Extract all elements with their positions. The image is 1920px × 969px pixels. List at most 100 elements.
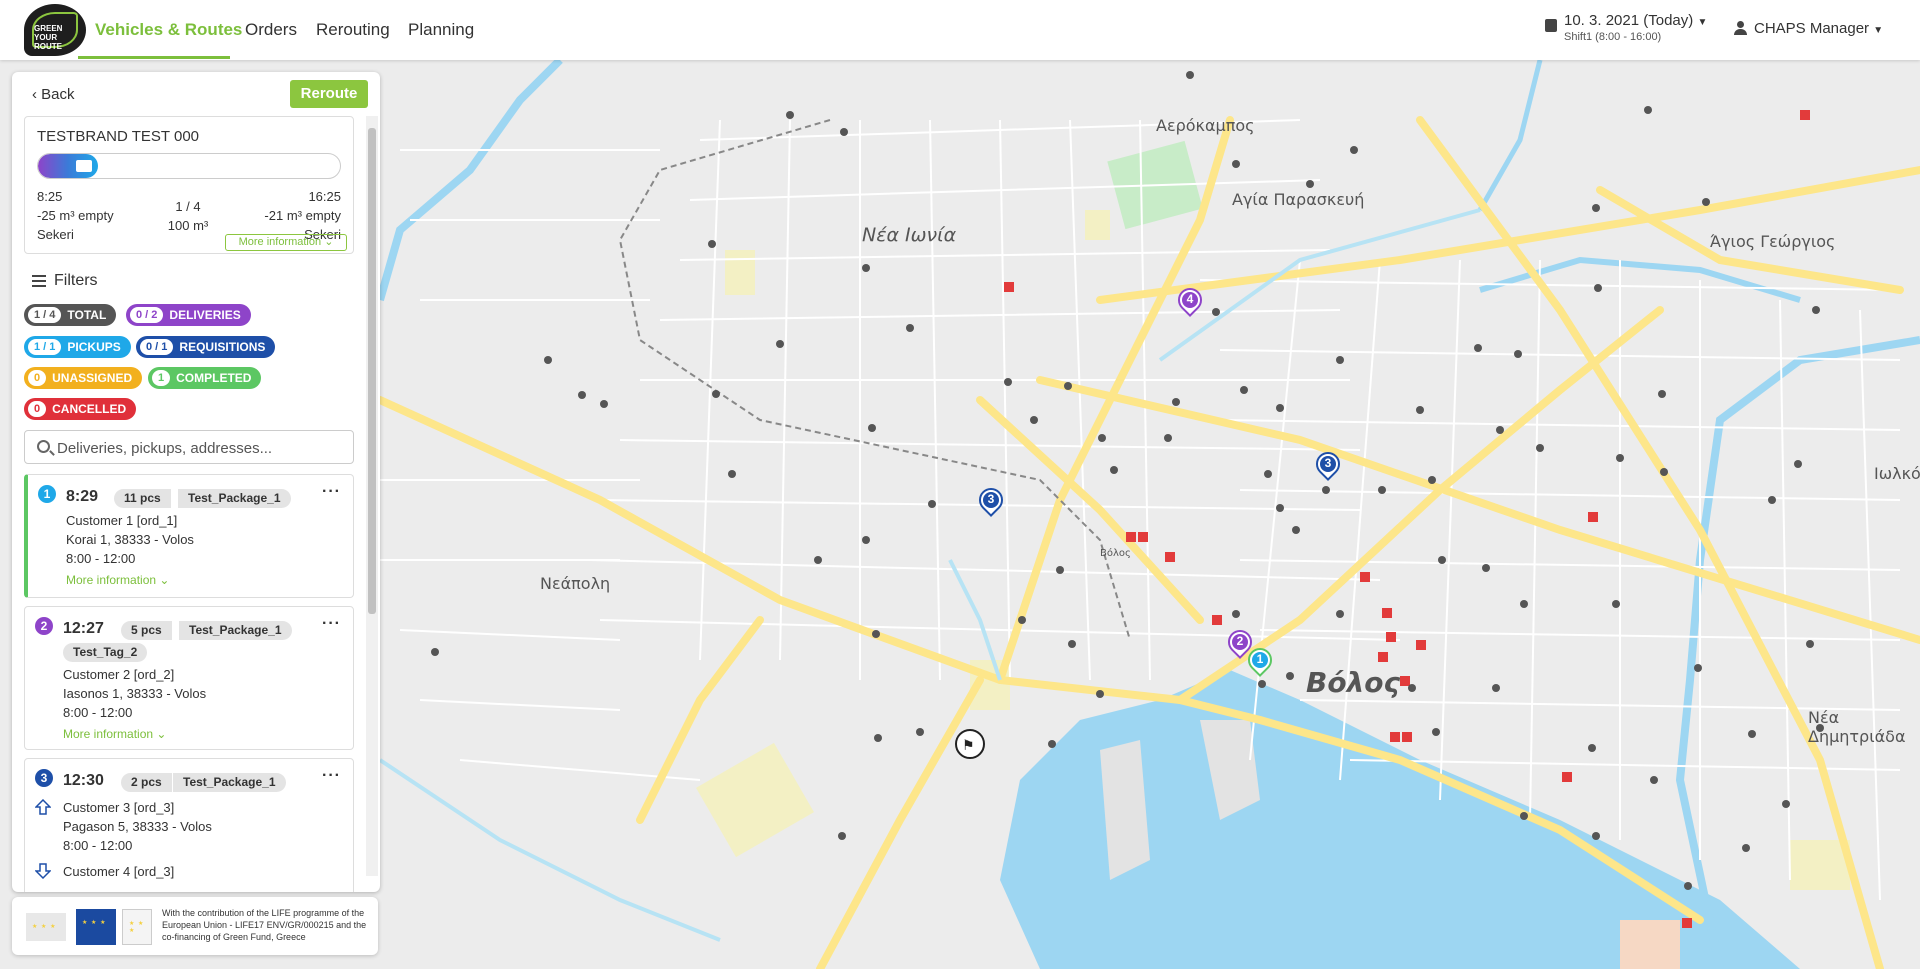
vehicle-card: TESTBRAND TEST 000 8:25 -25 m³ empty Sek… bbox=[24, 116, 354, 254]
nav-planning[interactable]: Planning bbox=[408, 20, 474, 40]
end-time: 16:25 bbox=[308, 189, 341, 204]
start-capacity: -25 m³ empty bbox=[37, 208, 114, 223]
logo-line-2: YOUR bbox=[34, 33, 58, 42]
scrollbar-thumb[interactable] bbox=[368, 128, 376, 614]
stop-customer: Customer 2 [ord_2] bbox=[63, 667, 175, 682]
filter-count: 0 / 1 bbox=[140, 339, 174, 355]
svg-text:⚑: ⚑ bbox=[962, 738, 975, 754]
app-logo[interactable]: GREEN YOUR ROUTE bbox=[24, 4, 86, 56]
logo-line-1: GREEN bbox=[34, 24, 63, 33]
stop-search bbox=[24, 430, 354, 464]
nav-vehicles-routes[interactable]: Vehicles & Routes bbox=[95, 20, 242, 40]
vehicle-more-info-button[interactable]: More information ⌄ bbox=[225, 234, 347, 251]
stop-menu-button[interactable]: ··· bbox=[322, 767, 341, 785]
stop-time: 8:29 bbox=[66, 488, 99, 505]
map-label-nea-ionia: Νέα Ιωνία bbox=[862, 224, 957, 246]
marker-number: 1 bbox=[1256, 652, 1264, 666]
filter-icon bbox=[32, 275, 46, 287]
stop-time: 12:30 bbox=[63, 772, 104, 789]
map-label-agios-georgios: Άγιος Γεώργιος bbox=[1710, 232, 1836, 251]
current-shift: Shift1 (8:00 - 16:00) bbox=[1564, 31, 1662, 43]
more-info-label: More information bbox=[238, 236, 322, 248]
stop-address: Pagason 5, 38333 - Volos bbox=[63, 819, 212, 834]
chevron-down-icon: ⌄ bbox=[159, 573, 170, 587]
map-marker-stop-4[interactable]: 4 bbox=[1173, 283, 1207, 324]
filter-unassigned[interactable]: 0 UNASSIGNED bbox=[24, 367, 143, 389]
map-marker-stop-1[interactable]: 1 bbox=[1243, 643, 1277, 684]
life-programme-banner: With the contribution of the LIFE progra… bbox=[12, 897, 378, 955]
stop-time: 12:27 bbox=[63, 620, 104, 637]
stop-package: Test_Package_1 bbox=[178, 489, 291, 508]
map-label-iolkos: Ιωλκό bbox=[1874, 464, 1920, 483]
marker-number: 2 bbox=[1236, 634, 1244, 648]
filter-cancelled[interactable]: 0 CANCELLED bbox=[24, 398, 137, 420]
chevron-down-icon: ▼ bbox=[1697, 17, 1708, 28]
filter-label: REQUISITIONS bbox=[179, 340, 266, 354]
vehicle-name: TESTBRAND TEST 000 bbox=[37, 128, 199, 145]
map-label-aerokampos: Αερόκαμπος bbox=[1156, 116, 1255, 135]
stop-time-window: 8:00 - 12:00 bbox=[63, 838, 133, 853]
filter-requisitions[interactable]: 0 / 1 REQUISITIONS bbox=[136, 336, 276, 358]
map-marker-stop-3a[interactable]: 3 bbox=[974, 483, 1008, 524]
user-menu[interactable]: CHAPS Manager ▼ bbox=[1734, 20, 1883, 37]
date-selector[interactable]: 10. 3. 2021 (Today) ▼ Shift1 (8:00 - 16:… bbox=[1544, 12, 1707, 43]
map-marker-stop-3b[interactable]: 3 bbox=[1311, 447, 1345, 488]
back-button[interactable]: ‹ Back bbox=[32, 86, 75, 103]
stop-customer: Customer 3 [ord_3] bbox=[63, 800, 175, 815]
stop-pieces: 2 pcs bbox=[121, 773, 172, 792]
map-label-volos: Βόλος bbox=[1306, 666, 1401, 699]
stop-more-info-link[interactable]: More information ⌄ bbox=[66, 573, 169, 587]
area bbox=[1620, 920, 1680, 969]
stop-customer-2: Customer 4 [ord_3] bbox=[63, 864, 175, 879]
start-time: 8:25 bbox=[37, 189, 63, 204]
stop-number: 3 bbox=[35, 769, 53, 787]
reroute-button[interactable]: Reroute bbox=[290, 80, 368, 108]
nav-active-indicator bbox=[78, 56, 230, 59]
user-name: CHAPS Manager bbox=[1754, 20, 1870, 37]
chevron-down-icon: ⌄ bbox=[324, 236, 334, 248]
search-input[interactable] bbox=[57, 437, 347, 459]
stop-card-1[interactable]: 1 8:29 11 pcs Test_Package_1 ··· Custome… bbox=[24, 474, 354, 598]
filter-completed[interactable]: 1 COMPLETED bbox=[148, 367, 262, 389]
filter-label: CANCELLED bbox=[52, 402, 127, 416]
stop-customer: Customer 1 [ord_1] bbox=[66, 513, 178, 528]
back-label: Back bbox=[41, 86, 75, 103]
stop-card-3[interactable]: 3 12:30 2 pcs Test_Package_1 ··· Custome… bbox=[24, 758, 354, 892]
search-icon bbox=[37, 440, 50, 453]
route-start-info: 8:25 -25 m³ empty Sekeri bbox=[37, 187, 114, 244]
more-info-label: More information bbox=[63, 727, 154, 741]
end-capacity: -21 m³ empty bbox=[264, 208, 341, 223]
nav-orders[interactable]: Orders bbox=[245, 20, 297, 40]
eu-logo bbox=[26, 913, 66, 941]
area bbox=[1085, 210, 1110, 240]
filter-pickups[interactable]: 1 / 1 PICKUPS bbox=[24, 336, 131, 358]
stop-package: Test_Package_1 bbox=[173, 773, 286, 792]
filter-total[interactable]: 1 / 4 TOTAL bbox=[24, 304, 117, 326]
stop-address: Iasonos 1, 38333 - Volos bbox=[63, 686, 207, 701]
delivery-arrow-down-icon bbox=[35, 863, 51, 879]
more-info-label: More information bbox=[66, 573, 157, 587]
truck-icon bbox=[76, 160, 93, 172]
stop-tag: Test_Tag_2 bbox=[63, 643, 148, 662]
filter-count: 1 bbox=[152, 370, 171, 386]
coast-road bbox=[378, 758, 721, 942]
map-label-neapoli: Νεάπολη bbox=[540, 574, 611, 593]
stop-menu-button[interactable]: ··· bbox=[322, 615, 341, 633]
stop-number: 2 bbox=[35, 617, 53, 635]
filter-deliveries[interactable]: 0 / 2 DELIVERIES bbox=[126, 304, 251, 326]
route-sidebar: ‹ Back Reroute TESTBRAND TEST 000 8:25 -… bbox=[12, 72, 380, 892]
sidebar-scrollbar[interactable] bbox=[366, 116, 378, 876]
current-date: 10. 3. 2021 (Today) bbox=[1564, 12, 1694, 29]
life-logo bbox=[76, 909, 116, 945]
nav-rerouting[interactable]: Rerouting bbox=[316, 20, 390, 40]
area bbox=[725, 250, 755, 295]
stops-progress: 1 / 4 bbox=[175, 199, 201, 214]
route-progress-bar bbox=[37, 153, 341, 179]
stop-package: Test_Package_1 bbox=[179, 621, 292, 640]
stop-pieces: 11 pcs bbox=[114, 489, 171, 508]
stop-menu-button[interactable]: ··· bbox=[322, 483, 341, 501]
filters-title: Filters bbox=[54, 272, 98, 289]
stop-card-2[interactable]: 2 12:27 5 pcs Test_Package_1 Test_Tag_2 … bbox=[24, 606, 354, 750]
pickup-arrow-up-icon bbox=[35, 799, 51, 815]
stop-more-info-link[interactable]: More information ⌄ bbox=[63, 727, 166, 741]
